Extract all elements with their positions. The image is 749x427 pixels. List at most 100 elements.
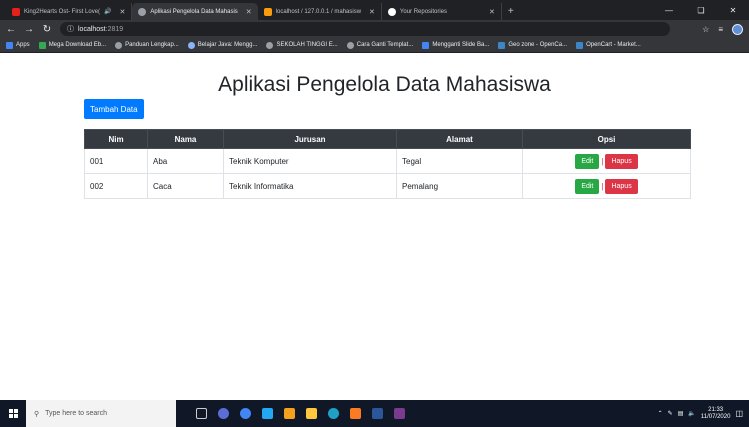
- tab-title: Aplikasi Pengelola Data Mahasis: [150, 8, 238, 15]
- edge-icon[interactable]: [328, 408, 339, 419]
- toolbar-actions: ☆ ≡: [702, 23, 743, 35]
- cell-jurusan: Teknik Informatika: [223, 173, 397, 199]
- playlist-icon[interactable]: ≡: [718, 25, 723, 34]
- forward-arrow-icon[interactable]: →: [24, 24, 34, 35]
- file-explorer-icon[interactable]: [306, 408, 317, 419]
- word-icon[interactable]: [372, 408, 383, 419]
- tab-title: King2Hearts Ost- First Love(: [24, 8, 101, 15]
- edit-button[interactable]: Edit: [575, 153, 600, 169]
- delete-button[interactable]: Hapus: [605, 178, 638, 194]
- bookmark-label: Geo zone - OpenCa...: [508, 42, 568, 48]
- volume-icon[interactable]: 🔈: [688, 410, 695, 417]
- bookmark-label: Mengganti Slide Ba...: [432, 42, 490, 48]
- new-tab-button[interactable]: +: [502, 3, 520, 20]
- close-tab-icon[interactable]: ✕: [489, 8, 495, 16]
- bookmark-label: Belajar Java: Mengg...: [197, 42, 258, 48]
- tab-title: Your Repositories: [399, 8, 448, 15]
- bookmark-apps[interactable]: Apps: [6, 41, 30, 49]
- bookmark-item[interactable]: OpenCart - Market...: [576, 41, 641, 49]
- speaker-icon[interactable]: 🔊: [104, 8, 111, 15]
- table-row: 002 Caca Teknik Informatika Pemalang Edi…: [84, 173, 691, 199]
- vscode-icon[interactable]: [262, 408, 273, 419]
- page-content: Aplikasi Pengelola Data Mahasiswa Tambah…: [0, 53, 749, 400]
- start-button[interactable]: [0, 400, 26, 427]
- clock-date: 11/07/2020: [700, 413, 731, 420]
- back-arrow-icon[interactable]: ←: [6, 24, 16, 35]
- windows-taskbar: ⚲ Type here to search ⌃ ✎ ▤ 🔈 21:33 11/0…: [0, 400, 749, 427]
- profile-avatar[interactable]: [732, 23, 743, 35]
- chrome-icon[interactable]: [240, 408, 251, 419]
- powerpoint-icon[interactable]: [394, 408, 405, 419]
- student-table: Nim Nama Jurusan Alamat Opsi 001 Aba Tek…: [84, 129, 691, 199]
- xampp-icon[interactable]: [350, 408, 361, 419]
- close-tab-icon[interactable]: ✕: [246, 8, 252, 16]
- globe-icon: [346, 41, 354, 49]
- info-icon[interactable]: ⓘ: [67, 24, 74, 34]
- column-header-nim: Nim: [84, 129, 148, 149]
- search-placeholder: Type here to search: [45, 410, 108, 417]
- system-tray: ⌃ ✎ ▤ 🔈 21:33 11/07/2020 ◫: [658, 407, 749, 421]
- clock[interactable]: 21:33 11/07/2020: [701, 407, 731, 421]
- tab-repositories[interactable]: Your Repositories ✕: [382, 3, 502, 20]
- cell-opsi: Edit | Hapus: [522, 173, 691, 199]
- bookmark-item[interactable]: Mega Download Eb...: [38, 41, 107, 49]
- address-port: :2819: [105, 25, 124, 33]
- bookmark-label: Apps: [16, 42, 30, 48]
- bookmark-item[interactable]: Geo zone - OpenCa...: [498, 41, 568, 49]
- app-icon[interactable]: [284, 408, 295, 419]
- action-separator: |: [601, 156, 604, 166]
- delete-button[interactable]: Hapus: [605, 153, 638, 169]
- network-icon[interactable]: ▤: [678, 410, 684, 417]
- bookmark-item[interactable]: Cara Ganti Templat...: [346, 41, 413, 49]
- table-header-row: Nim Nama Jurusan Alamat Opsi: [84, 129, 691, 149]
- tab-aplikasi[interactable]: Aplikasi Pengelola Data Mahasis ✕: [132, 3, 258, 20]
- bookmark-item[interactable]: SEKOLAH TINGGI E...: [266, 41, 338, 49]
- page-title: Aplikasi Pengelola Data Mahasiswa: [218, 73, 551, 96]
- youtube-favicon-icon: [12, 7, 20, 16]
- bookmark-favicon-icon: [422, 41, 430, 49]
- minimize-icon[interactable]: —: [653, 0, 685, 20]
- windows-logo-icon: [8, 409, 18, 418]
- clock-time: 21:33: [708, 406, 724, 413]
- bookmarks-bar: Apps Mega Download Eb... Panduan Lengkap…: [0, 38, 749, 53]
- tab-music[interactable]: King2Hearts Ost- First Love( 🔊 ✕: [6, 3, 133, 20]
- task-view-icon[interactable]: [196, 408, 207, 419]
- cell-nim: 002: [84, 173, 148, 199]
- cell-nama: Aba: [147, 148, 224, 174]
- close-tab-icon[interactable]: ✕: [120, 8, 126, 16]
- chevron-up-icon[interactable]: ⌃: [658, 410, 663, 417]
- bookmark-item[interactable]: Panduan Lengkap...: [115, 41, 179, 49]
- taskbar-search[interactable]: ⚲ Type here to search: [26, 400, 176, 427]
- tab-phpmyadmin[interactable]: localhost / 127.0.0.1 / mahasisw ✕: [258, 3, 382, 20]
- taskbar-apps: [196, 408, 405, 419]
- app-icon[interactable]: [218, 408, 229, 419]
- github-favicon-icon: [387, 7, 396, 16]
- close-tab-icon[interactable]: ✕: [369, 8, 375, 16]
- edit-button[interactable]: Edit: [575, 178, 600, 194]
- bookmark-item[interactable]: Belajar Java: Mengg...: [187, 41, 258, 49]
- bookmark-item[interactable]: Mengganti Slide Ba...: [422, 41, 490, 49]
- reload-icon[interactable]: ↻: [42, 24, 52, 35]
- globe-favicon-icon: [138, 7, 147, 16]
- notification-icon[interactable]: ◫: [735, 409, 743, 418]
- pen-icon[interactable]: ✎: [668, 410, 673, 417]
- opencart-favicon-icon: [498, 41, 506, 49]
- cell-alamat: Pemalang: [396, 173, 523, 199]
- close-window-icon[interactable]: ✕: [717, 0, 749, 20]
- column-header-opsi: Opsi: [522, 129, 691, 149]
- maximize-icon[interactable]: ❑: [685, 0, 717, 20]
- cell-jurusan: Teknik Komputer: [223, 148, 397, 174]
- address-host: localhost: [78, 25, 106, 33]
- apps-grid-icon: [6, 41, 13, 49]
- globe-icon: [266, 41, 274, 49]
- window-controls: — ❑ ✕: [653, 0, 749, 20]
- bookmark-label: Panduan Lengkap...: [125, 42, 179, 48]
- bookmark-favicon-icon: [38, 41, 46, 49]
- address-bar[interactable]: ⓘ localhost:2819: [60, 22, 670, 36]
- bookmark-label: OpenCart - Market...: [586, 42, 641, 48]
- action-separator: |: [601, 181, 604, 191]
- bookmark-label: Mega Download Eb...: [48, 42, 107, 48]
- browser-toolbar: ← → ↻ ⓘ localhost:2819 ☆ ≡: [0, 20, 749, 38]
- star-icon[interactable]: ☆: [702, 25, 709, 34]
- add-data-button[interactable]: Tambah Data: [84, 99, 144, 119]
